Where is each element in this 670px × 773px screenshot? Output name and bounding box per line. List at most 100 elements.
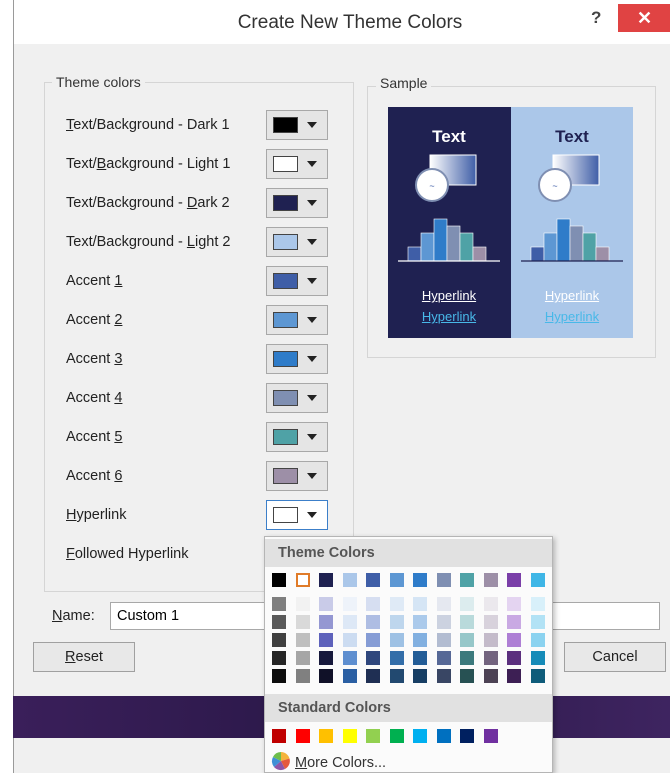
theme-color-swatch[interactable] [366, 573, 380, 587]
color-picker-button[interactable] [266, 500, 328, 530]
theme-color-swatch[interactable] [507, 573, 521, 587]
standard-color-swatch[interactable] [389, 729, 404, 743]
theme-color-swatch[interactable] [483, 573, 498, 587]
theme-shade-swatch[interactable] [366, 633, 380, 647]
more-colors-item[interactable]: More Colors... [271, 751, 386, 771]
theme-shade-swatch[interactable] [507, 615, 521, 629]
theme-shade-swatch[interactable] [483, 633, 498, 647]
theme-shade-swatch[interactable] [530, 669, 545, 683]
theme-shade-swatch[interactable] [460, 669, 474, 683]
theme-shade-swatch[interactable] [319, 633, 333, 647]
standard-color-swatch[interactable] [413, 729, 427, 743]
theme-shade-swatch[interactable] [507, 633, 521, 647]
theme-shade-swatch[interactable] [342, 615, 357, 629]
standard-color-swatch[interactable] [319, 729, 333, 743]
theme-shade-swatch[interactable] [342, 651, 357, 665]
theme-shade-swatch[interactable] [272, 597, 286, 611]
theme-shade-swatch[interactable] [436, 615, 451, 629]
theme-shade-swatch[interactable] [295, 615, 310, 629]
theme-color-swatch[interactable] [413, 573, 427, 587]
standard-color-swatch[interactable] [342, 729, 357, 743]
theme-shade-swatch[interactable] [483, 651, 498, 665]
color-picker-button[interactable] [266, 149, 328, 179]
theme-color-swatch[interactable] [319, 573, 333, 587]
theme-shade-swatch[interactable] [319, 651, 333, 665]
color-picker-button[interactable] [266, 344, 328, 374]
color-picker-button[interactable] [266, 188, 328, 218]
theme-shade-swatch[interactable] [436, 651, 451, 665]
standard-color-swatch[interactable] [272, 729, 286, 743]
color-picker-button[interactable] [266, 305, 328, 335]
color-picker-button[interactable] [266, 227, 328, 257]
theme-shade-swatch[interactable] [460, 633, 474, 647]
theme-shade-swatch[interactable] [483, 669, 498, 683]
theme-shade-swatch[interactable] [436, 597, 451, 611]
theme-shade-swatch[interactable] [507, 669, 521, 683]
theme-shade-swatch[interactable] [272, 651, 286, 665]
theme-shade-swatch[interactable] [319, 615, 333, 629]
theme-color-swatch[interactable] [460, 573, 474, 587]
standard-color-swatch[interactable] [366, 729, 380, 743]
theme-shade-swatch[interactable] [272, 669, 286, 683]
color-picker-button[interactable] [266, 461, 328, 491]
theme-shade-swatch[interactable] [295, 651, 310, 665]
theme-shade-swatch[interactable] [342, 669, 357, 683]
theme-color-swatch[interactable] [436, 573, 451, 587]
theme-shade-swatch[interactable] [460, 651, 474, 665]
theme-color-swatch[interactable] [530, 573, 545, 587]
color-picker-button[interactable] [266, 383, 328, 413]
standard-color-swatch[interactable] [295, 729, 310, 743]
sample-bar [530, 246, 545, 262]
theme-shade-swatch[interactable] [295, 597, 310, 611]
standard-color-swatch[interactable] [483, 729, 498, 743]
theme-shade-swatch[interactable] [460, 597, 474, 611]
cancel-button[interactable]: Cancel [564, 642, 666, 672]
color-picker-button[interactable] [266, 266, 328, 296]
theme-shade-swatch[interactable] [483, 597, 498, 611]
theme-shade-swatch[interactable] [272, 615, 286, 629]
theme-color-swatch[interactable] [342, 573, 357, 587]
theme-shade-swatch[interactable] [413, 669, 427, 683]
color-picker-button[interactable] [266, 110, 328, 140]
theme-shade-swatch[interactable] [366, 651, 380, 665]
theme-shade-swatch[interactable] [507, 651, 521, 665]
theme-shade-swatch[interactable] [295, 669, 310, 683]
theme-shade-swatch[interactable] [530, 615, 545, 629]
theme-shade-swatch[interactable] [342, 633, 357, 647]
theme-shade-swatch[interactable] [483, 615, 498, 629]
theme-shade-swatch[interactable] [530, 597, 545, 611]
close-button[interactable]: ✕ [618, 4, 670, 32]
theme-shade-swatch[interactable] [366, 669, 380, 683]
theme-shade-swatch[interactable] [413, 597, 427, 611]
theme-color-swatch[interactable] [389, 573, 404, 587]
theme-shade-swatch[interactable] [436, 633, 451, 647]
theme-shade-swatch[interactable] [413, 651, 427, 665]
theme-shade-swatch[interactable] [389, 597, 404, 611]
theme-color-swatch[interactable] [295, 573, 310, 587]
theme-shade-swatch[interactable] [389, 651, 404, 665]
theme-shade-swatch[interactable] [389, 615, 404, 629]
theme-shade-swatch[interactable] [507, 597, 521, 611]
help-button[interactable]: ? [591, 8, 601, 28]
theme-shade-swatch[interactable] [272, 633, 286, 647]
theme-shade-swatch[interactable] [389, 633, 404, 647]
theme-shade-swatch[interactable] [366, 597, 380, 611]
color-picker-button[interactable] [266, 422, 328, 452]
standard-color-swatch[interactable] [460, 729, 474, 743]
theme-shade-swatch[interactable] [460, 615, 474, 629]
theme-shade-swatch[interactable] [319, 669, 333, 683]
theme-shade-swatch[interactable] [342, 597, 357, 611]
standard-color-swatch[interactable] [436, 729, 451, 743]
theme-shade-swatch[interactable] [295, 633, 310, 647]
theme-shade-swatch[interactable] [530, 633, 545, 647]
theme-shade-swatch[interactable] [389, 669, 404, 683]
theme-shade-swatch[interactable] [530, 651, 545, 665]
theme-shade-swatch[interactable] [366, 615, 380, 629]
theme-shade-swatch[interactable] [319, 597, 333, 611]
reset-button[interactable]: Reset [33, 642, 135, 672]
color-swatch [273, 156, 298, 172]
theme-color-swatch[interactable] [272, 573, 286, 587]
theme-shade-swatch[interactable] [436, 669, 451, 683]
theme-shade-swatch[interactable] [413, 633, 427, 647]
theme-shade-swatch[interactable] [413, 615, 427, 629]
